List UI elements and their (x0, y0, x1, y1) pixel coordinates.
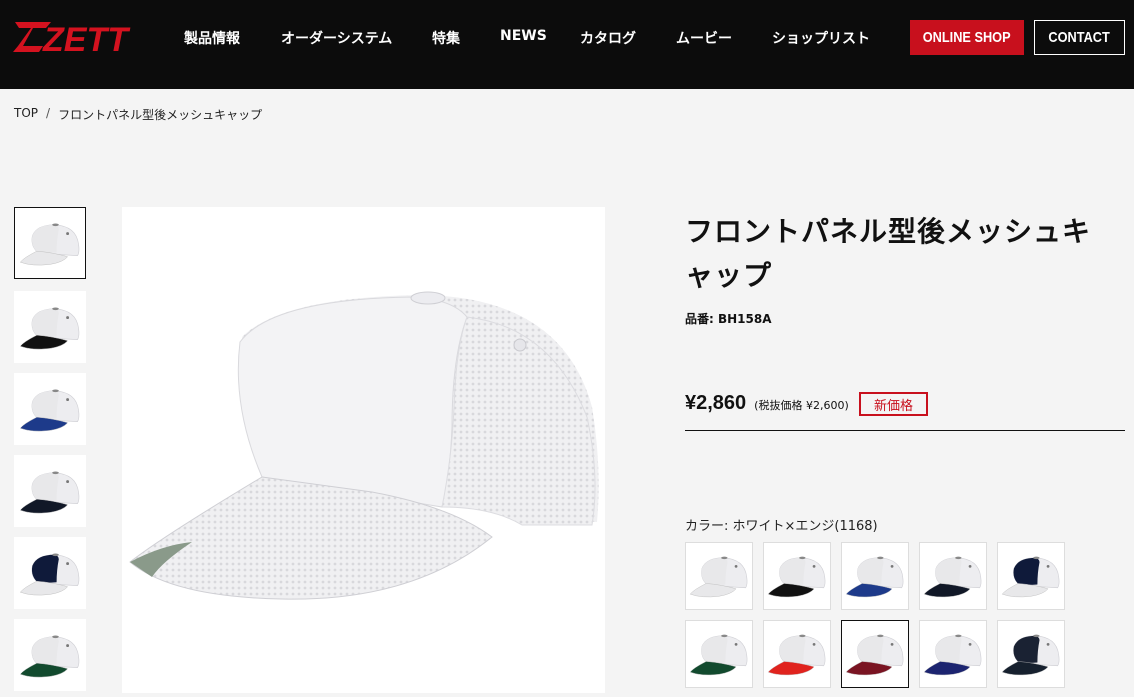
contact-button[interactable]: CONTACT (1034, 20, 1125, 55)
cap-swatch-image (923, 556, 982, 598)
color-swatch-1[interactable] (685, 542, 753, 610)
breadcrumb-separator: / (46, 106, 51, 120)
color-swatch-10[interactable] (997, 620, 1065, 688)
online-shop-button[interactable]: ONLINE SHOP (910, 20, 1024, 55)
breadcrumb-home[interactable]: TOP (14, 106, 38, 123)
color-swatch-9[interactable] (919, 620, 987, 688)
color-swatch-4[interactable] (919, 542, 987, 610)
color-swatch-7[interactable] (763, 620, 831, 688)
product-title: フロントパネル型後メッシュキャップ (685, 215, 1092, 292)
svg-text:ZETT: ZETT (42, 21, 131, 54)
nav-order-system[interactable]: オーダーシステム (281, 28, 392, 48)
price-row: ¥2,860 (税抜価格 ¥2,600) (685, 392, 849, 415)
cap-image (129, 291, 599, 600)
new-price-badge: 新価格 (859, 392, 928, 416)
zett-logo[interactable]: ZETT (13, 20, 135, 54)
cap-swatch-image (1001, 556, 1060, 598)
cap-swatch-image (1001, 634, 1060, 676)
color-swatch-5[interactable] (997, 542, 1065, 610)
nav-movie[interactable]: ムービー (676, 28, 732, 48)
part-number: 品番: BH158A (685, 312, 772, 326)
cap-thumbnail-image (19, 388, 80, 431)
nav-products[interactable]: 製品情報 (184, 28, 240, 48)
cap-swatch-image (689, 556, 748, 598)
online-shop-label: ONLINE SHOP (923, 29, 1011, 46)
cap-swatch-image (689, 634, 748, 676)
contact-label: CONTACT (1048, 29, 1111, 46)
cap-thumbnail-image (19, 634, 80, 677)
cap-swatch-image (923, 634, 982, 676)
nav-features[interactable]: 特集 (432, 28, 460, 48)
cap-thumbnail-image (19, 552, 80, 595)
cap-swatch-image (767, 634, 826, 676)
thumbnail-5[interactable] (14, 537, 86, 609)
color-label: カラー: ホワイト×エンジ(1168) (685, 519, 878, 534)
thumbnail-3[interactable] (14, 373, 86, 445)
cap-swatch-image (845, 556, 904, 598)
cap-thumbnail-image (19, 222, 80, 265)
price-divider (685, 430, 1125, 431)
color-swatch-6[interactable] (685, 620, 753, 688)
cap-thumbnail-image (19, 470, 80, 513)
tax-note: (税抜価格 ¥2,600) (754, 399, 849, 412)
cap-swatch-image (845, 634, 904, 676)
color-swatch-2[interactable] (763, 542, 831, 610)
thumbnail-4[interactable] (14, 455, 86, 527)
cap-thumbnail-image (19, 306, 80, 349)
color-swatch-3[interactable] (841, 542, 909, 610)
main-product-image (122, 207, 605, 693)
cap-swatch-image (767, 556, 826, 598)
breadcrumb-current: フロントパネル型後メッシュキャップ (58, 108, 263, 122)
thumbnail-1[interactable] (14, 207, 86, 279)
site-header: ZETT 製品情報 オーダーシステム 特集 NEWS カタログ ムービー ショッ… (0, 0, 1134, 89)
price: ¥2,860 (685, 392, 747, 414)
nav-shop-list[interactable]: ショップリスト (772, 28, 870, 48)
thumbnail-6[interactable] (14, 619, 86, 691)
color-swatch-8[interactable] (841, 620, 909, 688)
nav-news[interactable]: NEWS (500, 28, 547, 44)
breadcrumb: TOP / フロントパネル型後メッシュキャップ (14, 106, 262, 123)
thumbnail-2[interactable] (14, 291, 86, 363)
nav-catalog[interactable]: カタログ (580, 28, 636, 48)
